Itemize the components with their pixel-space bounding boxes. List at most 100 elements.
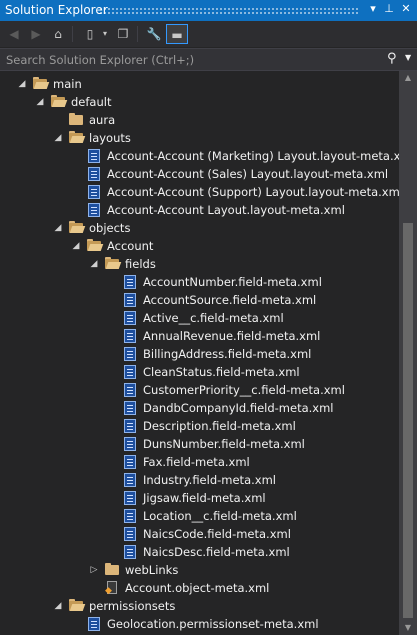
tree-item[interactable]: ◢ layouts bbox=[0, 129, 399, 147]
tree-item[interactable]: Geolocation.permissionset-meta.xml bbox=[0, 615, 399, 633]
tree-item[interactable]: ◢ Account bbox=[0, 237, 399, 255]
tree-item[interactable]: Active__c.field-meta.xml bbox=[0, 309, 399, 327]
search-bar: ⚲ ▼ bbox=[0, 48, 417, 71]
toolbar: ◀ ▶ ⌂ ▯ ▾ ❐ 🔧 ▬ bbox=[0, 21, 417, 47]
tree-item[interactable]: aura bbox=[0, 111, 399, 129]
search-icon[interactable]: ⚲ bbox=[387, 51, 397, 66]
search-options-dropdown-icon[interactable]: ▼ bbox=[405, 53, 411, 62]
preview-icon[interactable]: ▬ bbox=[166, 24, 188, 44]
xml-file-icon bbox=[87, 617, 102, 631]
xml-file-icon bbox=[87, 203, 102, 217]
home-icon[interactable]: ⌂ bbox=[48, 24, 68, 44]
tree-item-label: Account-Account (Sales) Layout.layout-me… bbox=[107, 167, 389, 181]
window-position-dropdown-icon[interactable]: ▾ bbox=[366, 2, 380, 15]
toolbar-separator bbox=[137, 26, 138, 42]
scroll-up-icon[interactable]: ▲ bbox=[399, 71, 417, 85]
xml-file-icon bbox=[87, 149, 102, 163]
tree-item-label: NaicsCode.field-meta.xml bbox=[143, 527, 291, 541]
scroll-down-icon[interactable]: ▼ bbox=[399, 621, 417, 635]
tree-item[interactable]: DunsNumber.field-meta.xml bbox=[0, 435, 399, 453]
tree-item[interactable]: ◢ main bbox=[0, 75, 399, 93]
tree-item-label: BillingAddress.field-meta.xml bbox=[143, 347, 312, 361]
tree-item[interactable]: Account-Account (Support) Layout.layout-… bbox=[0, 183, 399, 201]
xml-file-icon bbox=[123, 365, 138, 379]
tree-item[interactable]: DandbCompanyId.field-meta.xml bbox=[0, 399, 399, 417]
title-bar: Solution Explorer ▾ ⊥ ✕ bbox=[0, 0, 417, 21]
folder-icon bbox=[69, 221, 86, 234]
tree-item[interactable]: NaicsCode.field-meta.xml bbox=[0, 525, 399, 543]
tree-item[interactable]: ◢ objects bbox=[0, 219, 399, 237]
tree-item-label: AccountNumber.field-meta.xml bbox=[143, 275, 322, 289]
xml-file-icon bbox=[123, 347, 138, 361]
tree-item-label: webLinks bbox=[125, 563, 179, 577]
tree-item-label: Account.object-meta.xml bbox=[125, 581, 270, 595]
properties-icon[interactable]: 🔧 bbox=[144, 24, 164, 44]
collapse-arrow-icon[interactable]: ◢ bbox=[34, 94, 46, 110]
collapse-arrow-icon[interactable]: ◢ bbox=[52, 130, 64, 146]
tree-item[interactable]: NaicsDesc.field-meta.xml bbox=[0, 543, 399, 561]
tree-item[interactable]: AccountSource.field-meta.xml bbox=[0, 291, 399, 309]
xml-file-icon bbox=[123, 437, 138, 451]
tree-item[interactable]: Jigsaw.field-meta.xml bbox=[0, 489, 399, 507]
tree-item[interactable]: Account-Account (Marketing) Layout.layou… bbox=[0, 147, 399, 165]
tree-item[interactable]: AccountNumber.field-meta.xml bbox=[0, 273, 399, 291]
tree-item[interactable]: ◢ fields bbox=[0, 255, 399, 273]
tree-item[interactable]: Fax.field-meta.xml bbox=[0, 453, 399, 471]
folder-icon bbox=[105, 563, 120, 576]
collapse-all-icon[interactable]: ❐ bbox=[113, 24, 133, 44]
tree-item[interactable]: Description.field-meta.xml bbox=[0, 417, 399, 435]
tree-item-label: CleanStatus.field-meta.xml bbox=[143, 365, 300, 379]
tree-item[interactable]: CleanStatus.field-meta.xml bbox=[0, 363, 399, 381]
close-icon[interactable]: ✕ bbox=[399, 2, 413, 15]
tree-item[interactable]: ◆ Account.object-meta.xml bbox=[0, 579, 399, 597]
folder-icon bbox=[69, 113, 84, 126]
folder-icon bbox=[105, 257, 122, 270]
tree-item-label: Fax.field-meta.xml bbox=[143, 455, 250, 469]
tree-item-label: Account-Account Layout.layout-meta.xml bbox=[107, 203, 345, 217]
tree-item[interactable]: Account-Account (Sales) Layout.layout-me… bbox=[0, 165, 399, 183]
collapse-arrow-icon[interactable]: ◢ bbox=[52, 220, 64, 236]
object-file-icon: ◆ bbox=[105, 581, 120, 596]
search-input[interactable] bbox=[0, 49, 382, 70]
folder-icon bbox=[69, 131, 86, 144]
xml-file-icon bbox=[87, 167, 102, 181]
xml-file-icon bbox=[123, 293, 138, 307]
tree-item[interactable]: Account-Account Layout.layout-meta.xml bbox=[0, 201, 399, 219]
tree-item[interactable]: CustomerPriority__c.field-meta.xml bbox=[0, 381, 399, 399]
switch-views-dropdown-icon[interactable]: ▾ bbox=[95, 24, 115, 44]
tree-item-label: aura bbox=[89, 113, 116, 127]
collapse-arrow-icon[interactable]: ◢ bbox=[88, 256, 100, 272]
collapse-arrow-icon[interactable]: ◢ bbox=[70, 238, 82, 254]
tree-item[interactable]: Industry.field-meta.xml bbox=[0, 471, 399, 489]
xml-file-icon bbox=[123, 491, 138, 505]
tree-item-label: CustomerPriority__c.field-meta.xml bbox=[143, 383, 345, 397]
xml-file-icon bbox=[123, 509, 138, 523]
tree-item-label: permissionsets bbox=[89, 599, 176, 613]
tree-item[interactable]: BillingAddress.field-meta.xml bbox=[0, 345, 399, 363]
auto-hide-pin-icon[interactable]: ⊥ bbox=[382, 2, 396, 15]
collapse-arrow-icon[interactable]: ◢ bbox=[16, 76, 28, 92]
tree-item-label: default bbox=[71, 95, 112, 109]
xml-file-icon bbox=[123, 275, 138, 289]
tree-item[interactable]: AnnualRevenue.field-meta.xml bbox=[0, 327, 399, 345]
tree-item[interactable]: Location__c.field-meta.xml bbox=[0, 507, 399, 525]
tree-item-label: DandbCompanyId.field-meta.xml bbox=[143, 401, 334, 415]
scrollbar-thumb[interactable] bbox=[403, 223, 413, 618]
back-icon[interactable]: ◀ bbox=[4, 24, 24, 44]
xml-file-icon bbox=[123, 527, 138, 541]
drag-grip[interactable] bbox=[99, 7, 359, 14]
tree-item[interactable]: ▷ webLinks bbox=[0, 561, 399, 579]
forward-icon[interactable]: ▶ bbox=[26, 24, 46, 44]
solution-tree: ◢ main ◢ default aura ◢ layouts Account-Account… bbox=[0, 71, 399, 635]
tree-item-label: Geolocation.permissionset-meta.xml bbox=[107, 617, 319, 631]
tree-item-label: DunsNumber.field-meta.xml bbox=[143, 437, 305, 451]
tree-item-label: Description.field-meta.xml bbox=[143, 419, 296, 433]
tree-item-label: Industry.field-meta.xml bbox=[143, 473, 276, 487]
collapse-arrow-icon[interactable]: ◢ bbox=[52, 598, 64, 614]
tree-item-label: fields bbox=[125, 257, 156, 271]
folder-icon bbox=[51, 95, 68, 108]
tree-item[interactable]: ◢ permissionsets bbox=[0, 597, 399, 615]
expand-arrow-icon[interactable]: ▷ bbox=[88, 562, 100, 578]
tree-item[interactable]: ◢ default bbox=[0, 93, 399, 111]
tree-item-label: NaicsDesc.field-meta.xml bbox=[143, 545, 290, 559]
